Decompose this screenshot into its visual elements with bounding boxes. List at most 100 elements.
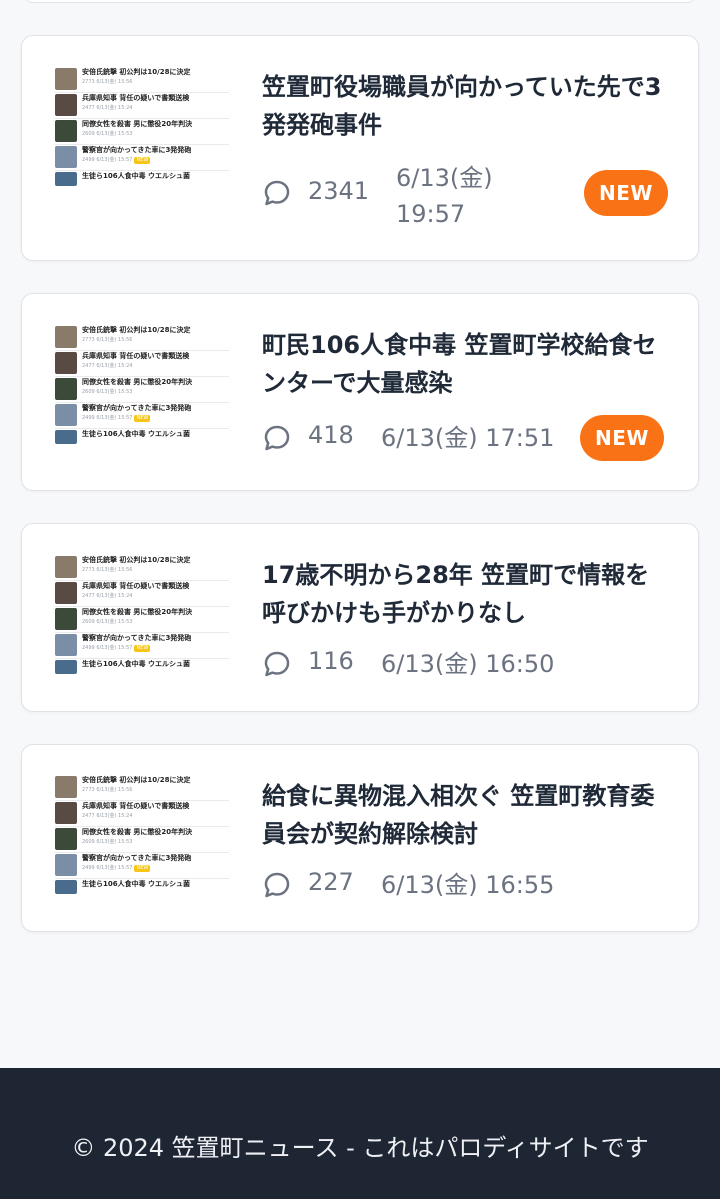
- thumbnail-row: 同僚女性を殺害 男に懲役20年判決 2609 6/13(金) 15:53: [55, 377, 229, 403]
- thumbnail-title: 警察官が向かってきた車に3発発砲: [82, 854, 192, 862]
- thumbnail-meta: 2477 6/13(金) 15:24: [82, 593, 133, 599]
- thumbnail-title: 生徒ら106人食中毒 ウエルシュ菌: [82, 880, 191, 888]
- thumbnail-meta-text: 2499 6/13(金) 15:57: [82, 157, 133, 163]
- thumbnail-title: 安倍氏銃撃 初公判は10/28に決定: [82, 326, 191, 334]
- thumbnail-meta: 2773 6/13(金) 15:56: [82, 567, 133, 573]
- article-card[interactable]: 安倍氏銃撃 初公判は10/28に決定 2773 6/13(金) 15:56 兵庫…: [21, 293, 699, 491]
- article-card[interactable]: 安倍氏銃撃 初公判は10/28に決定 2773 6/13(金) 15:56 兵庫…: [21, 744, 699, 932]
- thumbnail-photo: [55, 880, 77, 894]
- article-headline[interactable]: 町民106人食中毒 笠置町学校給食センターで大量感染: [262, 326, 672, 402]
- thumbnail-title: 警察官が向かってきた車に3発発砲: [82, 146, 192, 154]
- thumbnail-title: 同僚女性を殺害 男に懲役20年判決: [82, 608, 193, 616]
- thumbnail-title: 安倍氏銃撃 初公判は10/28に決定: [82, 776, 191, 784]
- thumbnail-row: 同僚女性を殺害 男に懲役20年判決 2609 6/13(金) 15:53: [55, 607, 229, 633]
- thumbnail-title: 安倍氏銃撃 初公判は10/28に決定: [82, 68, 191, 76]
- thumbnail-meta: 2609 6/13(金) 15:53: [82, 131, 133, 137]
- thumbnail-new-tag: NEW: [134, 865, 151, 872]
- article-card[interactable]: 安倍氏銃撃 初公判は10/28に決定 2773 6/13(金) 15:56 兵庫…: [21, 35, 699, 261]
- thumbnail-row: 安倍氏銃撃 初公判は10/28に決定 2773 6/13(金) 15:56: [55, 325, 229, 351]
- thumbnail-row: 生徒ら106人食中毒 ウエルシュ菌: [55, 659, 229, 685]
- comment-icon: [264, 872, 290, 898]
- thumbnail-row: 同僚女性を殺害 男に懲役20年判決 2609 6/13(金) 15:53: [55, 827, 229, 853]
- thumbnail-title: 警察官が向かってきた車に3発発砲: [82, 404, 192, 412]
- article-date: 6/13(金): [396, 164, 493, 192]
- comment-icon: [264, 425, 290, 451]
- article-meta: 418 6/13(金) 17:51: [262, 420, 582, 480]
- article-card[interactable]: 安倍氏銃撃 初公判は10/28に決定 2773 6/13(金) 15:56 兵庫…: [21, 523, 699, 712]
- article-headline[interactable]: 給食に異物混入相次ぐ 笠置町教育委員会が契約解除検討: [262, 777, 672, 853]
- thumbnail-meta: 2499 6/13(金) 15:57 NEW: [82, 157, 151, 164]
- article-meta: 116 6/13(金) 16:50: [262, 646, 582, 706]
- comment-count: 227: [308, 868, 354, 896]
- thumbnail-photo: [55, 608, 77, 630]
- thumbnail-title: 生徒ら106人食中毒 ウエルシュ菌: [82, 660, 191, 668]
- thumbnail-photo: [55, 120, 77, 142]
- thumbnail-meta: 2773 6/13(金) 15:56: [82, 79, 133, 85]
- thumbnail-photo: [55, 404, 77, 426]
- thumbnail-row: 生徒ら106人食中毒 ウエルシュ菌: [55, 879, 229, 905]
- thumbnail-title: 安倍氏銃撃 初公判は10/28に決定: [82, 556, 191, 564]
- article-meta: 227 6/13(金) 16:55: [262, 867, 582, 927]
- thumbnail-photo: [55, 854, 77, 876]
- thumbnail-photo: [55, 802, 77, 824]
- thumbnail-title: 兵庫県知事 背任の疑いで書類送検: [82, 582, 190, 590]
- thumbnail-meta: 2477 6/13(金) 15:24: [82, 363, 133, 369]
- article-headline[interactable]: 17歳不明から28年 笠置町で情報を呼びかけも手がかりなし: [262, 556, 672, 632]
- thumbnail-row: 警察官が向かってきた車に3発発砲 2499 6/13(金) 15:57 NEW: [55, 403, 229, 429]
- new-badge: NEW: [584, 170, 668, 216]
- article-time: 19:57: [396, 200, 466, 228]
- thumbnail-meta: 2773 6/13(金) 15:56: [82, 787, 133, 793]
- article-headline[interactable]: 笠置町役場職員が向かっていた先で3発発砲事件: [262, 68, 672, 144]
- thumbnail-photo: [55, 326, 77, 348]
- article-date: 6/13(金) 17:51: [381, 424, 555, 452]
- thumbnail-title: 兵庫県知事 背任の疑いで書類送検: [82, 802, 190, 810]
- thumbnail-title: 警察官が向かってきた車に3発発砲: [82, 634, 192, 642]
- thumbnail-meta: 2609 6/13(金) 15:53: [82, 389, 133, 395]
- thumbnail-photo: [55, 776, 77, 798]
- article-thumbnail: 安倍氏銃撃 初公判は10/28に決定 2773 6/13(金) 15:56 兵庫…: [55, 555, 231, 683]
- thumbnail-meta: 2477 6/13(金) 15:24: [82, 105, 133, 111]
- article-thumbnail: 安倍氏銃撃 初公判は10/28に決定 2773 6/13(金) 15:56 兵庫…: [55, 775, 231, 903]
- thumbnail-row: 警察官が向かってきた車に3発発砲 2499 6/13(金) 15:57 NEW: [55, 145, 229, 171]
- thumbnail-photo: [55, 94, 77, 116]
- thumbnail-meta: 2773 6/13(金) 15:56: [82, 337, 133, 343]
- thumbnail-photo: [55, 68, 77, 90]
- comment-count: 418: [308, 421, 354, 449]
- thumbnail-meta: 2499 6/13(金) 15:57 NEW: [82, 645, 151, 652]
- thumbnail-title: 同僚女性を殺害 男に懲役20年判決: [82, 120, 193, 128]
- thumbnail-row: 生徒ら106人食中毒 ウエルシュ菌: [55, 429, 229, 455]
- new-badge: NEW: [580, 415, 664, 461]
- thumbnail-title: 同僚女性を殺害 男に懲役20年判決: [82, 828, 193, 836]
- thumbnail-photo: [55, 660, 77, 674]
- thumbnail-row: 安倍氏銃撃 初公判は10/28に決定 2773 6/13(金) 15:56: [55, 555, 229, 581]
- thumbnail-row: 警察官が向かってきた車に3発発砲 2499 6/13(金) 15:57 NEW: [55, 853, 229, 879]
- comment-icon: [264, 180, 290, 206]
- thumbnail-title: 同僚女性を殺害 男に懲役20年判決: [82, 378, 193, 386]
- previous-card-edge: [22, 0, 698, 3]
- thumbnail-row: 安倍氏銃撃 初公判は10/28に決定 2773 6/13(金) 15:56: [55, 67, 229, 93]
- thumbnail-meta: 2499 6/13(金) 15:57 NEW: [82, 865, 151, 872]
- comment-icon: [264, 651, 290, 677]
- article-thumbnail: 安倍氏銃撃 初公判は10/28に決定 2773 6/13(金) 15:56 兵庫…: [55, 67, 231, 195]
- thumbnail-new-tag: NEW: [134, 157, 151, 164]
- thumbnail-meta: 2609 6/13(金) 15:53: [82, 619, 133, 625]
- thumbnail-meta-text: 2499 6/13(金) 15:57: [82, 865, 133, 871]
- site-footer: © 2024 笠置町ニュース - これはパロディサイトです: [0, 1068, 720, 1199]
- article-date: 6/13(金) 16:55: [381, 871, 555, 899]
- thumbnail-title: 兵庫県知事 背任の疑いで書類送検: [82, 94, 190, 102]
- thumbnail-photo: [55, 556, 77, 578]
- thumbnail-photo: [55, 172, 77, 186]
- thumbnail-new-tag: NEW: [134, 415, 151, 422]
- thumbnail-title: 兵庫県知事 背任の疑いで書類送検: [82, 352, 190, 360]
- thumbnail-new-tag: NEW: [134, 645, 151, 652]
- thumbnail-row: 兵庫県知事 背任の疑いで書類送検 2477 6/13(金) 15:24: [55, 801, 229, 827]
- thumbnail-row: 兵庫県知事 背任の疑いで書類送検 2477 6/13(金) 15:24: [55, 581, 229, 607]
- comment-count: 116: [308, 647, 354, 675]
- thumbnail-row: 兵庫県知事 背任の疑いで書類送検 2477 6/13(金) 15:24: [55, 93, 229, 119]
- footer-copyright: © 2024 笠置町ニュース - これはパロディサイトです: [71, 1134, 649, 1162]
- thumbnail-title: 生徒ら106人食中毒 ウエルシュ菌: [82, 430, 191, 438]
- thumbnail-meta-text: 2499 6/13(金) 15:57: [82, 645, 133, 651]
- thumbnail-photo: [55, 582, 77, 604]
- article-thumbnail: 安倍氏銃撃 初公判は10/28に決定 2773 6/13(金) 15:56 兵庫…: [55, 325, 231, 453]
- thumbnail-row: 同僚女性を殺害 男に懲役20年判決 2609 6/13(金) 15:53: [55, 119, 229, 145]
